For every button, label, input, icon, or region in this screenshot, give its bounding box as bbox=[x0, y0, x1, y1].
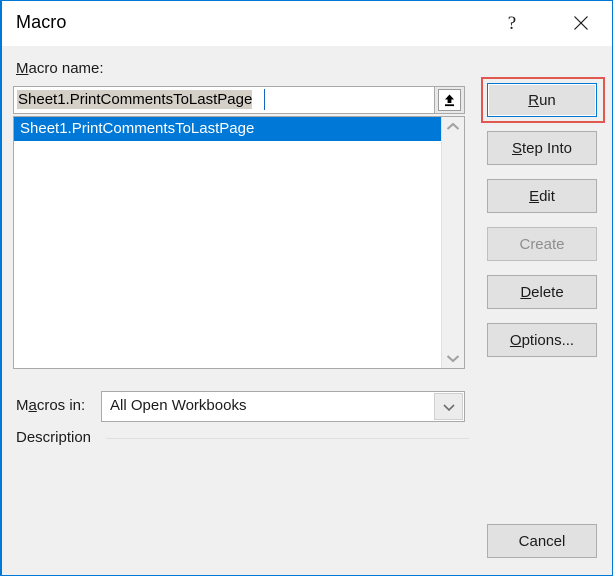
delete-accel: D bbox=[520, 283, 532, 301]
chevron-down-icon bbox=[442, 403, 455, 411]
macros-in-label-post: cros in: bbox=[36, 397, 86, 414]
run-label: un bbox=[539, 91, 556, 109]
scroll-up-button[interactable] bbox=[442, 117, 464, 137]
delete-button[interactable]: Delete bbox=[487, 275, 597, 309]
macro-upload-button[interactable] bbox=[434, 86, 465, 114]
window-title: Macro bbox=[16, 12, 67, 32]
options-label: ptions... bbox=[521, 331, 575, 349]
macro-name-value: Sheet1.PrintCommentsToLastPage bbox=[17, 90, 253, 109]
cancel-button[interactable]: Cancel bbox=[487, 524, 597, 558]
help-button[interactable]: ? bbox=[489, 1, 535, 45]
macros-in-accel: a bbox=[28, 397, 37, 414]
chevron-up-icon bbox=[446, 122, 460, 130]
delete-label: elete bbox=[531, 283, 564, 301]
description-separator bbox=[106, 438, 469, 439]
macro-name-label-rest: acro name: bbox=[28, 60, 104, 77]
macro-list[interactable]: Sheet1.PrintCommentsToLastPage bbox=[13, 116, 465, 369]
chevron-down-icon bbox=[446, 355, 460, 363]
edit-accel: E bbox=[529, 187, 540, 205]
step-into-accel: S bbox=[511, 139, 522, 157]
close-icon bbox=[574, 16, 588, 30]
macro-name-label: Macro name: bbox=[16, 60, 104, 77]
options-accel: O bbox=[509, 331, 522, 349]
list-item[interactable]: Sheet1.PrintCommentsToLastPage bbox=[14, 117, 442, 141]
macros-in-dropdown-button[interactable] bbox=[434, 393, 463, 420]
step-into-button[interactable]: Step Into bbox=[487, 131, 597, 165]
macro-name-accel: M bbox=[16, 60, 29, 77]
scroll-down-button[interactable] bbox=[442, 348, 464, 368]
create-button[interactable]: Create bbox=[487, 227, 597, 261]
title-bar: Macro ? bbox=[2, 1, 612, 46]
options-button[interactable]: Options... bbox=[487, 323, 597, 357]
macros-in-value: All Open Workbooks bbox=[110, 397, 247, 414]
edit-button[interactable]: Edit bbox=[487, 179, 597, 213]
close-button[interactable] bbox=[558, 1, 604, 45]
create-label: Create bbox=[519, 235, 565, 253]
run-accel: R bbox=[528, 91, 540, 109]
step-into-label: tep Into bbox=[521, 139, 573, 157]
macros-in-label-pre: M bbox=[16, 397, 29, 414]
macro-name-input[interactable]: Sheet1.PrintCommentsToLastPage bbox=[13, 86, 434, 114]
edit-label: dit bbox=[539, 187, 555, 205]
text-caret bbox=[264, 89, 265, 110]
cancel-label: Cancel bbox=[518, 532, 566, 550]
up-arrow-icon bbox=[438, 89, 461, 111]
macro-dialog: Macro ? Macro name: Sheet1.PrintComments… bbox=[0, 0, 613, 576]
description-label: Description bbox=[16, 429, 92, 446]
macros-in-label: Macros in: bbox=[16, 397, 85, 414]
run-button[interactable]: Run bbox=[487, 83, 597, 117]
list-scrollbar[interactable] bbox=[441, 117, 464, 368]
question-mark-icon: ? bbox=[507, 12, 517, 34]
macros-in-select[interactable]: All Open Workbooks bbox=[101, 391, 465, 422]
